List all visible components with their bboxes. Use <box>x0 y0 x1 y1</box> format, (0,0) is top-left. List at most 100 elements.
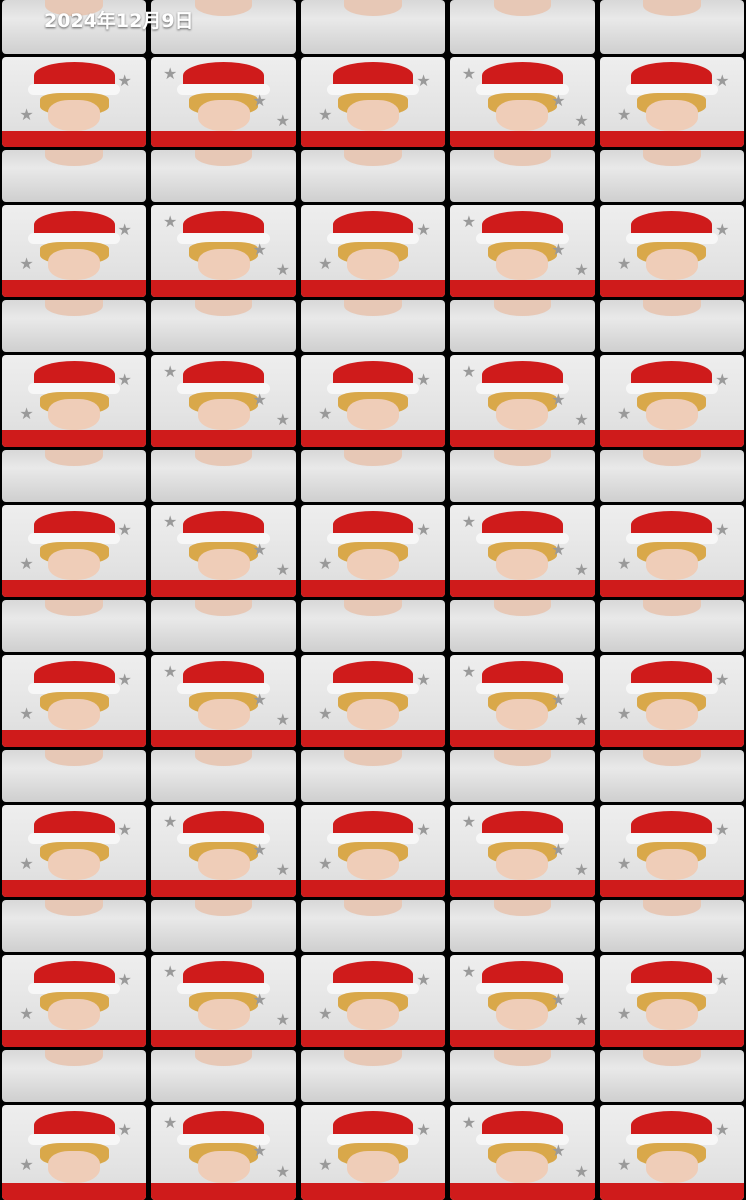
santa-shirt <box>450 580 595 597</box>
photo-thumbnail[interactable] <box>151 750 296 802</box>
photo-thumbnail[interactable]: ★ ★ <box>599 205 745 297</box>
photo-thumbnail[interactable] <box>2 1050 147 1102</box>
photo-thumbnail[interactable] <box>599 1050 745 1102</box>
photo-thumbnail[interactable]: ★ ★ <box>300 1105 446 1200</box>
photo-thumbnail[interactable]: ★ ★ ★ <box>151 955 296 1047</box>
star-decoration-icon: ★ <box>416 519 431 539</box>
photo-thumbnail[interactable]: ★ ★ <box>599 355 745 447</box>
photo-thumbnail[interactable] <box>2 750 147 802</box>
photo-thumbnail[interactable] <box>2 600 147 652</box>
photo-thumbnail[interactable]: ★ ★ ★ <box>450 355 595 447</box>
thumbnail-row <box>0 900 746 952</box>
photo-thumbnail[interactable]: ★ ★ <box>300 655 446 747</box>
photo-thumbnail[interactable] <box>2 450 147 502</box>
photo-thumbnail[interactable]: ★ ★ <box>599 57 745 147</box>
santa-shirt <box>300 1030 446 1047</box>
photo-thumbnail[interactable] <box>599 150 745 202</box>
photo-thumbnail[interactable]: ★ ★ ★ <box>151 655 296 747</box>
photo-thumbnail[interactable] <box>300 300 446 352</box>
photo-thumbnail[interactable]: ★ ★ ★ <box>151 205 296 297</box>
photo-thumbnail[interactable] <box>450 150 595 202</box>
santa-face <box>48 249 101 281</box>
photo-thumbnail[interactable]: ★ ★ <box>2 205 147 297</box>
star-decoration-icon: ★ <box>715 969 730 989</box>
photo-thumbnail[interactable]: ★ ★ <box>300 355 446 447</box>
photo-thumbnail[interactable] <box>300 900 446 952</box>
thumbnail-row: ★ ★ ★ ★ ★ ★ ★ ★ ★ ★ ★ ★ <box>0 205 746 297</box>
photo-thumbnail[interactable] <box>300 600 446 652</box>
photo-thumbnail[interactable] <box>300 1050 446 1102</box>
star-decoration-icon: ★ <box>461 1112 477 1132</box>
star-decoration-icon: ★ <box>275 110 290 130</box>
photo-thumbnail[interactable] <box>450 900 595 952</box>
photo-thumbnail[interactable]: ★ ★ ★ <box>151 505 296 597</box>
photo-thumbnail[interactable]: ★ ★ <box>300 805 446 897</box>
star-decoration-icon: ★ <box>616 104 632 124</box>
star-decoration-icon: ★ <box>574 560 589 580</box>
photo-thumbnail[interactable]: ★ ★ <box>300 57 446 147</box>
photo-thumbnail[interactable] <box>450 450 595 502</box>
santa-face <box>48 100 101 131</box>
santa-shirt <box>2 280 147 297</box>
photo-thumbnail[interactable] <box>599 300 745 352</box>
photo-thumbnail[interactable] <box>151 1050 296 1102</box>
photo-thumbnail[interactable] <box>151 300 296 352</box>
photo-thumbnail[interactable]: ★ ★ <box>2 955 147 1047</box>
photo-thumbnail[interactable] <box>151 450 296 502</box>
photo-thumbnail[interactable]: ★ ★ <box>300 505 446 597</box>
photo-thumbnail[interactable]: ★ ★ <box>2 355 147 447</box>
star-decoration-icon: ★ <box>162 962 178 982</box>
photo-thumbnail[interactable]: ★ ★ ★ <box>151 1105 296 1200</box>
photo-thumbnail[interactable] <box>450 0 595 54</box>
photo-thumbnail[interactable]: ★ ★ ★ <box>450 1105 595 1200</box>
photo-thumbnail[interactable] <box>450 300 595 352</box>
photo-thumbnail[interactable] <box>2 900 147 952</box>
photo-thumbnail[interactable] <box>450 600 595 652</box>
photo-thumbnail[interactable]: ★ ★ <box>599 1105 745 1200</box>
photo-thumbnail[interactable] <box>300 150 446 202</box>
photo-thumbnail[interactable] <box>599 450 745 502</box>
photo-thumbnail[interactable]: ★ ★ <box>2 805 147 897</box>
photo-thumbnail[interactable] <box>151 150 296 202</box>
photo-thumbnail[interactable]: ★ ★ <box>2 1105 147 1200</box>
thumbnail-row: ★ ★ ★ ★ ★ ★ ★ ★ ★ ★ ★ ★ <box>0 1105 746 1200</box>
photo-thumbnail[interactable]: ★ ★ ★ <box>450 955 595 1047</box>
photo-thumbnail[interactable]: ★ ★ <box>599 955 745 1047</box>
photo-thumbnail[interactable] <box>2 150 147 202</box>
photo-thumbnail[interactable]: ★ ★ ★ <box>151 57 296 147</box>
photo-thumbnail[interactable]: ★ ★ <box>2 57 147 147</box>
photo-thumbnail[interactable]: ★ ★ <box>2 655 147 747</box>
photo-thumbnail[interactable]: ★ ★ <box>2 505 147 597</box>
photo-thumbnail[interactable]: ★ ★ ★ <box>450 805 595 897</box>
star-decoration-icon: ★ <box>117 219 132 239</box>
photo-thumbnail[interactable]: ★ ★ <box>300 205 446 297</box>
photo-thumbnail[interactable] <box>450 1050 595 1102</box>
photo-thumbnail[interactable]: ★ ★ <box>599 505 745 597</box>
photo-thumbnail[interactable] <box>2 300 147 352</box>
photo-thumbnail[interactable] <box>300 0 446 54</box>
photo-thumbnail[interactable] <box>599 0 745 54</box>
star-decoration-icon: ★ <box>117 969 132 989</box>
photo-thumbnail[interactable]: ★ ★ <box>300 955 446 1047</box>
star-decoration-icon: ★ <box>616 1155 632 1175</box>
photo-thumbnail[interactable] <box>300 450 446 502</box>
santa-face <box>347 699 399 731</box>
photo-thumbnail[interactable] <box>300 750 446 802</box>
photo-thumbnail[interactable]: ★ ★ ★ <box>450 655 595 747</box>
photo-thumbnail[interactable]: ★ ★ ★ <box>450 57 595 147</box>
star-decoration-icon: ★ <box>461 512 477 532</box>
photo-thumbnail[interactable]: ★ ★ <box>599 655 745 747</box>
photo-thumbnail[interactable]: ★ ★ ★ <box>151 805 296 897</box>
photo-thumbnail[interactable] <box>151 600 296 652</box>
photo-thumbnail[interactable] <box>599 600 745 652</box>
photo-thumbnail[interactable]: ★ ★ ★ <box>450 505 595 597</box>
photo-thumbnail[interactable]: ★ ★ ★ <box>450 205 595 297</box>
photo-thumbnail[interactable] <box>151 900 296 952</box>
photo-thumbnail[interactable]: ★ ★ <box>599 805 745 897</box>
santa-face <box>197 1150 250 1183</box>
photo-thumbnail[interactable]: ★ ★ ★ <box>151 355 296 447</box>
photo-thumbnail[interactable] <box>599 900 745 952</box>
photo-thumbnail[interactable] <box>599 750 745 802</box>
photo-thumbnail[interactable] <box>450 750 595 802</box>
star-decoration-icon: ★ <box>275 560 290 580</box>
